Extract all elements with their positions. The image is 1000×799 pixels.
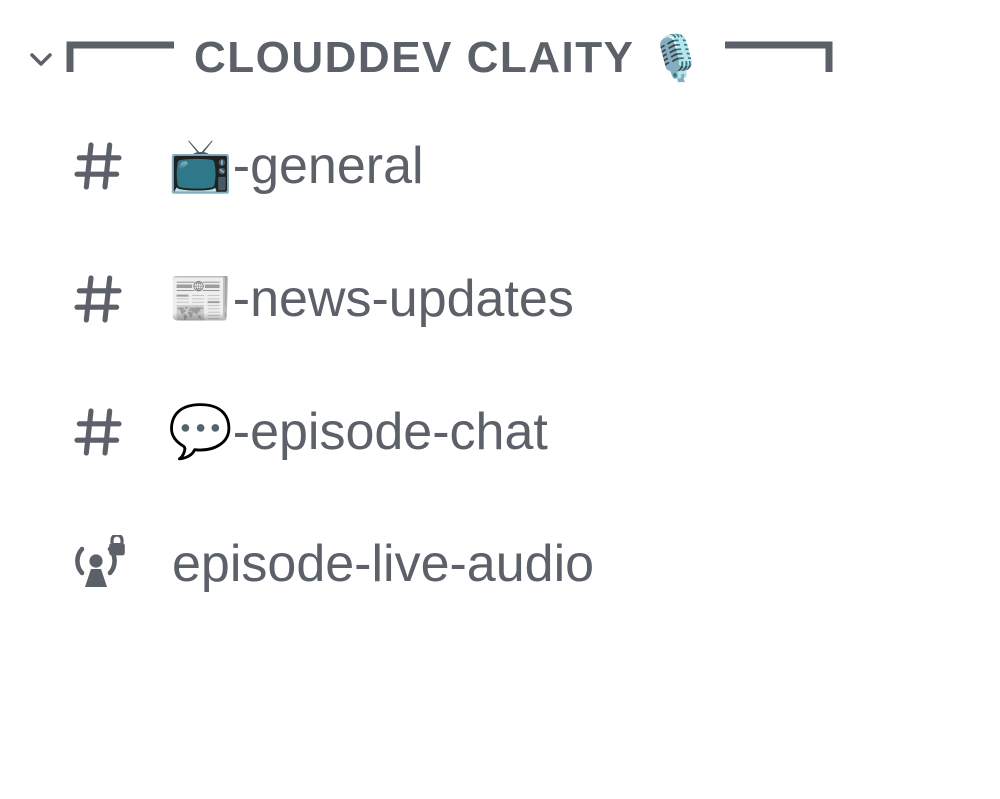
channel-name-label: 📺 -general — [168, 135, 424, 196]
newspaper-emoji-icon: 📰 — [168, 268, 233, 329]
category-name-text: CLOUDDEV CLAITY — [194, 33, 635, 83]
bracket-right-icon — [723, 30, 833, 85]
channel-name-label: 💬 -episode-chat — [168, 401, 548, 462]
category-header[interactable]: CLOUDDEV CLAITY 🎙️ — [30, 30, 970, 85]
channel-item-episode-chat[interactable]: 💬 -episode-chat — [70, 401, 970, 462]
hash-icon — [70, 404, 126, 460]
speech-bubble-emoji-icon: 💬 — [168, 401, 233, 462]
channel-list: 📺 -general 📰 -news-updates 💬 -episode-ch… — [70, 135, 970, 594]
channel-name-text: -episode-chat — [233, 402, 548, 462]
channel-name-label: episode-live-audio — [172, 534, 594, 594]
bracket-left-icon — [66, 30, 176, 85]
channel-item-episode-live-audio[interactable]: episode-live-audio — [70, 534, 970, 594]
channel-name-text: -news-updates — [233, 269, 574, 329]
hash-icon — [70, 138, 126, 194]
hash-icon — [70, 271, 126, 327]
stage-locked-icon — [70, 535, 130, 593]
category-name: CLOUDDEV CLAITY 🎙️ — [194, 32, 705, 84]
channel-name-label: 📰 -news-updates — [168, 268, 574, 329]
tv-emoji-icon: 📺 — [168, 135, 233, 196]
channel-item-general[interactable]: 📺 -general — [70, 135, 970, 196]
chevron-down-icon — [30, 53, 48, 63]
microphone-emoji-icon: 🎙️ — [649, 32, 705, 84]
channel-name-text: -general — [233, 136, 424, 196]
channel-name-text: episode-live-audio — [172, 534, 594, 594]
channel-item-news-updates[interactable]: 📰 -news-updates — [70, 268, 970, 329]
